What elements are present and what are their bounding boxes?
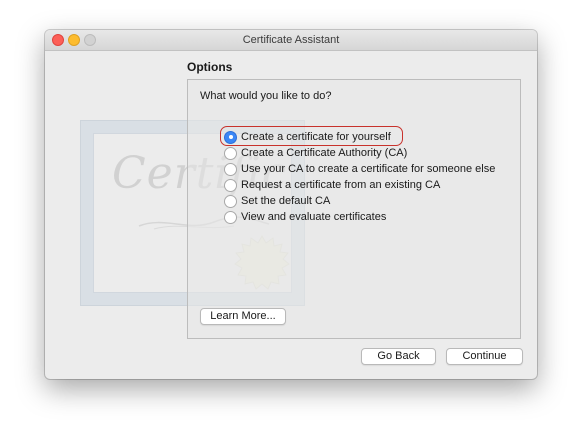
radio-button[interactable] <box>224 146 237 160</box>
option-label: View and evaluate certificates <box>241 211 387 223</box>
section-title: Options <box>187 60 233 74</box>
option-view-and-evaluate-certificates[interactable]: View and evaluate certificates <box>224 209 386 225</box>
continue-button[interactable]: Continue <box>446 348 523 365</box>
radio-button[interactable] <box>224 178 237 192</box>
option-create-certificate-authority[interactable]: Create a Certificate Authority (CA) <box>224 145 407 161</box>
question-label: What would you like to do? <box>200 90 332 102</box>
radio-button-selected[interactable] <box>224 130 237 144</box>
option-label: Request a certificate from an existing C… <box>241 179 441 191</box>
option-label: Set the default CA <box>241 195 331 207</box>
options-panel: What would you like to do? Create a cert… <box>187 79 521 339</box>
window-title: Certificate Assistant <box>242 34 340 46</box>
radio-button[interactable] <box>224 162 237 176</box>
radio-button[interactable] <box>224 210 237 224</box>
option-label: Create a certificate for yourself <box>241 131 391 143</box>
radio-button[interactable] <box>224 194 237 208</box>
option-label: Use your CA to create a certificate for … <box>241 163 496 175</box>
title-bar[interactable]: Certificate Assistant <box>45 30 537 51</box>
option-label: Create a Certificate Authority (CA) <box>241 147 408 159</box>
certificate-assistant-window: Certificate Assistant Certific Options W… <box>45 30 537 379</box>
option-set-default-ca[interactable]: Set the default CA <box>224 193 330 209</box>
go-back-button[interactable]: Go Back <box>361 348 436 365</box>
learn-more-button[interactable]: Learn More... <box>200 308 286 325</box>
option-create-certificate-for-yourself[interactable]: Create a certificate for yourself <box>224 129 391 145</box>
option-request-certificate-from-ca[interactable]: Request a certificate from an existing C… <box>224 177 440 193</box>
option-use-ca-for-someone-else[interactable]: Use your CA to create a certificate for … <box>224 161 495 177</box>
